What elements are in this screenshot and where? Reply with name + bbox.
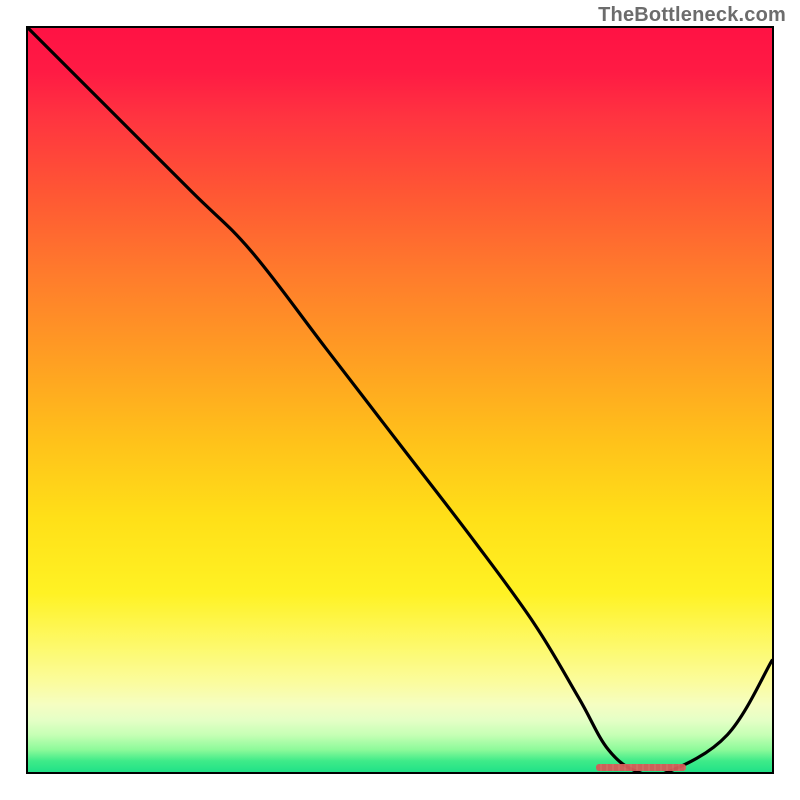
- watermark-text: TheBottleneck.com: [598, 4, 786, 27]
- chart-curve-svg: [28, 28, 772, 772]
- chart-gradient-plot: [26, 26, 774, 774]
- optimal-range-marker: [596, 764, 686, 771]
- curve-path: [28, 28, 772, 772]
